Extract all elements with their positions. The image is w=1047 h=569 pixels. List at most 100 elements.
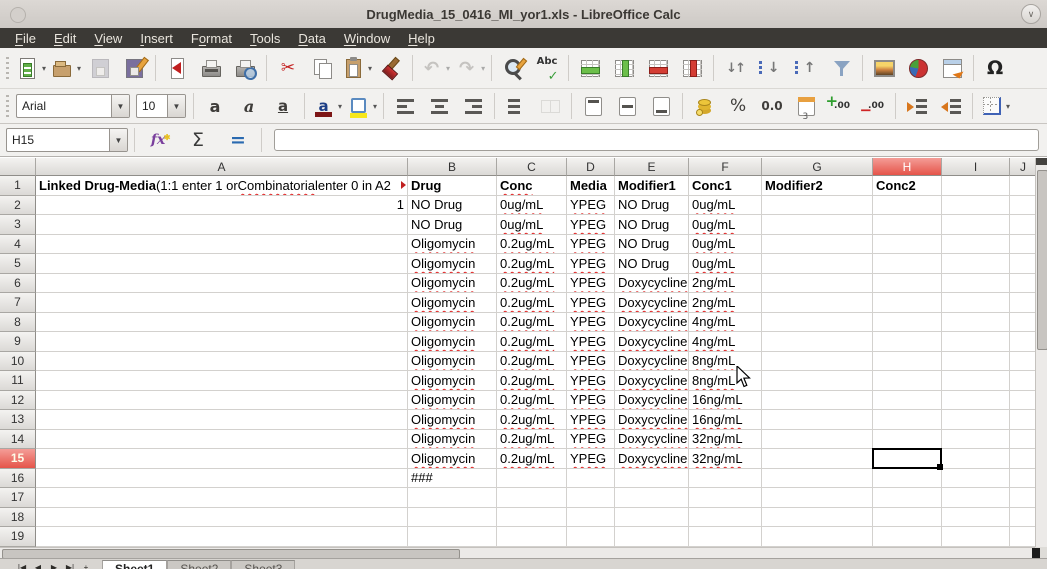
cell-D2[interactable]: YPEG [567, 196, 615, 216]
cell-A5[interactable] [36, 254, 408, 274]
cell-H1[interactable]: Conc2 [873, 176, 942, 196]
row-header-17[interactable]: 17 [0, 488, 36, 508]
cell-C19[interactable] [497, 527, 567, 547]
column-header-E[interactable]: E [615, 158, 689, 176]
freeze-panes-button[interactable] [935, 52, 969, 84]
cell-H14[interactable] [873, 430, 942, 450]
add-sheet-button[interactable]: + [78, 559, 94, 569]
clone-formatting-button[interactable] [374, 52, 408, 84]
cell-F5[interactable]: 0ug/mL [689, 254, 762, 274]
cell-F1[interactable]: Conc1 [689, 176, 762, 196]
cell-G10[interactable] [762, 352, 873, 372]
sort-button[interactable]: ↓↑ [718, 52, 752, 84]
cell-I17[interactable] [942, 488, 1010, 508]
cell-G6[interactable] [762, 274, 873, 294]
row-header-4[interactable]: 4 [0, 235, 36, 255]
menu-view[interactable]: View [85, 30, 131, 47]
find-replace-button[interactable] [496, 52, 530, 84]
cell-A1[interactable]: Linked Drug-Media (1:1 enter 1 or Combin… [36, 176, 408, 196]
cell-J15[interactable] [1010, 449, 1035, 469]
export-pdf-button[interactable] [160, 52, 194, 84]
delete-decimal-button[interactable]: .00 [857, 90, 891, 122]
sheet-tab-sheet2[interactable]: Sheet2 [167, 560, 231, 569]
align-left-button[interactable] [388, 90, 422, 122]
align-bottom-button[interactable] [644, 90, 678, 122]
copy-button[interactable] [305, 52, 339, 84]
cell-C6[interactable]: 0.2ug/mL [497, 274, 567, 294]
formula-button[interactable]: = [221, 124, 255, 156]
cell-I9[interactable] [942, 332, 1010, 352]
row-header-19[interactable]: 19 [0, 527, 36, 547]
cell-I18[interactable] [942, 508, 1010, 528]
cell-J19[interactable] [1010, 527, 1035, 547]
cell-B7[interactable]: Oligomycin [408, 293, 497, 313]
cell-H4[interactable] [873, 235, 942, 255]
cell-B9[interactable]: Oligomycin [408, 332, 497, 352]
cell-H13[interactable] [873, 410, 942, 430]
cell-D3[interactable]: YPEG [567, 215, 615, 235]
cell-J2[interactable] [1010, 196, 1035, 216]
row-header-12[interactable]: 12 [0, 391, 36, 411]
cell-D14[interactable]: YPEG [567, 430, 615, 450]
menu-window[interactable]: Window [335, 30, 399, 47]
row-header-7[interactable]: 7 [0, 293, 36, 313]
name-box[interactable]: H15 ▼ [6, 128, 128, 152]
cell-E1[interactable]: Modifier1 [615, 176, 689, 196]
cell-C11[interactable]: 0.2ug/mL [497, 371, 567, 391]
column-header-G[interactable]: G [762, 158, 873, 176]
cell-I10[interactable] [942, 352, 1010, 372]
horizontal-scrollbar[interactable] [0, 547, 1035, 558]
increase-indent-button[interactable] [900, 90, 934, 122]
number-format-button[interactable]: 0.0 [755, 90, 789, 122]
cell-D10[interactable]: YPEG [567, 352, 615, 372]
row-header-16[interactable]: 16 [0, 469, 36, 489]
menu-file[interactable]: File [6, 30, 45, 47]
sum-button[interactable]: Σ [181, 124, 215, 156]
cell-C9[interactable]: 0.2ug/mL [497, 332, 567, 352]
cell-C7[interactable]: 0.2ug/mL [497, 293, 567, 313]
cell-G1[interactable]: Modifier2 [762, 176, 873, 196]
menu-format[interactable]: Format [182, 30, 241, 47]
sheet-tab-sheet3[interactable]: Sheet3 [231, 560, 295, 569]
vertical-split-handle[interactable] [1036, 158, 1047, 165]
cell-E6[interactable]: Doxycycline [615, 274, 689, 294]
cell-J4[interactable] [1010, 235, 1035, 255]
cell-A7[interactable] [36, 293, 408, 313]
column-header-D[interactable]: D [567, 158, 615, 176]
percent-button[interactable]: % [721, 90, 755, 122]
cell-E2[interactable]: NO Drug [615, 196, 689, 216]
row-header-11[interactable]: 11 [0, 371, 36, 391]
cell-J7[interactable] [1010, 293, 1035, 313]
cut-button[interactable]: ✂ [271, 52, 305, 84]
function-wizard-button[interactable]: fx [141, 124, 175, 156]
cell-B3[interactable]: NO Drug [408, 215, 497, 235]
cell-G7[interactable] [762, 293, 873, 313]
cell-F16[interactable] [689, 469, 762, 489]
cell-E12[interactable]: Doxycycline [615, 391, 689, 411]
cell-F9[interactable]: 4ng/mL [689, 332, 762, 352]
cell-G8[interactable] [762, 313, 873, 333]
cell-H19[interactable] [873, 527, 942, 547]
cell-B15[interactable]: Oligomycin [408, 449, 497, 469]
cell-F13[interactable]: 16ng/mL [689, 410, 762, 430]
cell-C14[interactable]: 0.2ug/mL [497, 430, 567, 450]
align-center-button[interactable] [422, 90, 456, 122]
cell-B1[interactable]: Drug [408, 176, 497, 196]
cell-D15[interactable]: YPEG [567, 449, 615, 469]
underline-button[interactable]: a [266, 90, 300, 122]
cell-E5[interactable]: NO Drug [615, 254, 689, 274]
menu-edit[interactable]: Edit [45, 30, 85, 47]
cell-E3[interactable]: NO Drug [615, 215, 689, 235]
cell-A12[interactable] [36, 391, 408, 411]
row-header-6[interactable]: 6 [0, 274, 36, 294]
menu-tools[interactable]: Tools [241, 30, 289, 47]
cell-E16[interactable] [615, 469, 689, 489]
cell-G2[interactable] [762, 196, 873, 216]
cell-H8[interactable] [873, 313, 942, 333]
font-name-combo-dropdown-icon[interactable]: ▼ [111, 95, 129, 117]
cell-H7[interactable] [873, 293, 942, 313]
cell-A9[interactable] [36, 332, 408, 352]
new-spreadsheet-button[interactable]: ▾ [13, 52, 48, 84]
column-header-I[interactable]: I [942, 158, 1010, 176]
cell-I6[interactable] [942, 274, 1010, 294]
